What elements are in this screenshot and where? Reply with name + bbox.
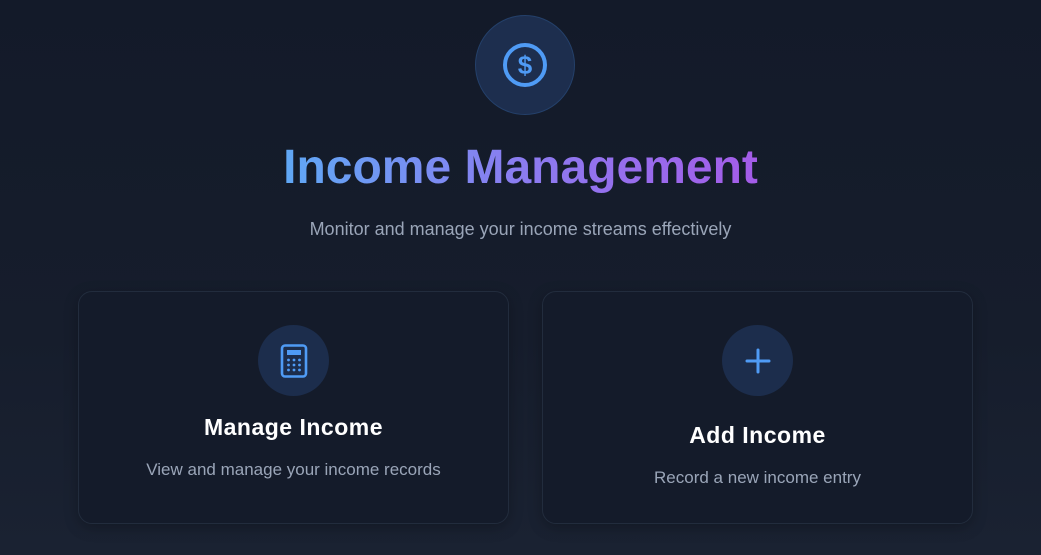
calculator-icon — [280, 343, 307, 378]
manage-income-title: Manage Income — [203, 414, 384, 440]
manage-income-icon-badge — [258, 325, 329, 396]
add-income-title: Add Income — [689, 422, 826, 448]
manage-income-card[interactable]: Manage Income View and manage your incom… — [78, 291, 509, 524]
dollar-circle-icon: $ — [503, 43, 547, 87]
plus-icon — [745, 348, 770, 373]
page-subtitle: Monitor and manage your income streams e… — [309, 219, 732, 239]
svg-text:$: $ — [518, 50, 533, 80]
add-income-card[interactable]: Add Income Record a new income entry — [542, 291, 973, 524]
add-income-icon-badge — [722, 325, 793, 396]
add-income-description: Record a new income entry — [654, 468, 861, 487]
hero-icon-badge: $ — [475, 15, 575, 115]
manage-income-description: View and manage your income records — [146, 460, 441, 479]
page-title: Income Management — [283, 141, 758, 194]
